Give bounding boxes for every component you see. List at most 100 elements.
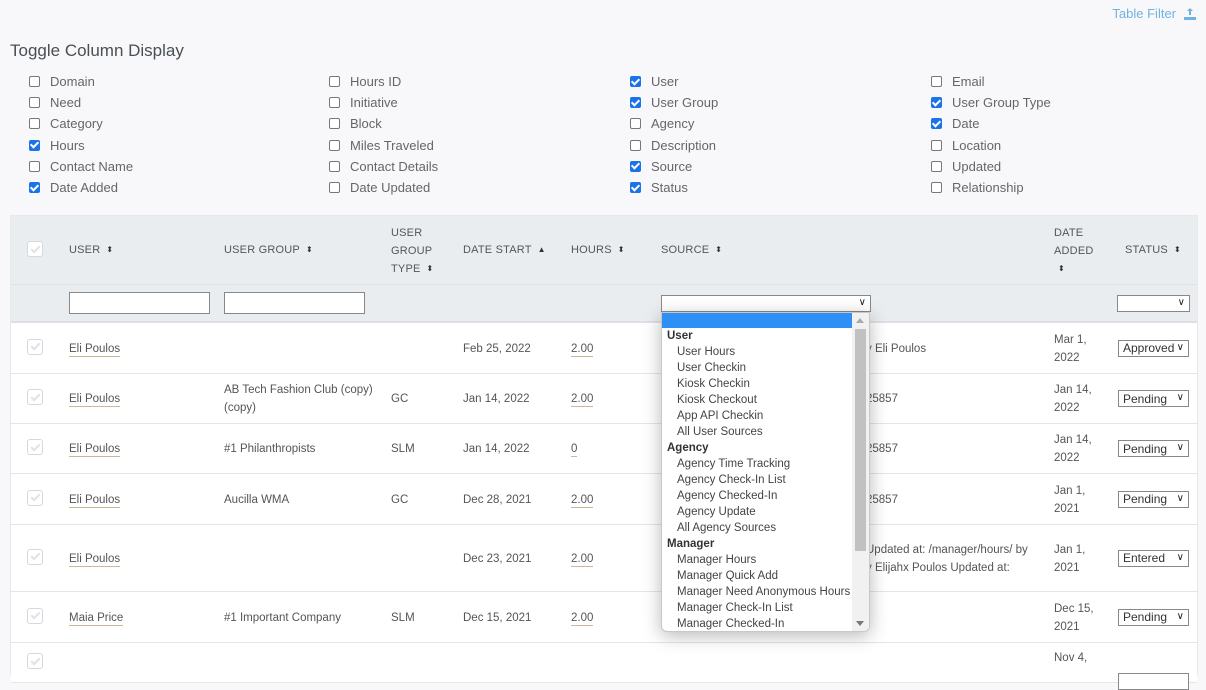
toggle-source[interactable]: Source — [630, 156, 718, 177]
scroll-down-arrow-icon[interactable] — [856, 621, 864, 626]
dropdown-option[interactable]: Agency Update — [662, 504, 869, 520]
toggle-contact-name[interactable]: Contact Name — [29, 156, 133, 177]
checkbox[interactable] — [630, 182, 641, 194]
column-header-date-added[interactable]: DATE ADDED ⬍ — [1054, 224, 1094, 278]
checkbox[interactable] — [931, 139, 942, 151]
scroll-up-arrow-icon[interactable] — [856, 318, 864, 323]
toggle-block[interactable]: Block — [329, 113, 438, 134]
dropdown-option[interactable]: Manager Check-In List — [662, 600, 869, 616]
dropdown-option[interactable]: Manager Hours — [662, 552, 869, 568]
checkbox[interactable] — [329, 76, 340, 88]
toggle-domain[interactable]: Domain — [29, 71, 133, 92]
toggle-date[interactable]: Date — [931, 113, 1051, 134]
toggle-category[interactable]: Category — [29, 113, 133, 134]
table-filter-button[interactable]: Table Filter — [1112, 6, 1196, 21]
checkbox[interactable] — [329, 139, 340, 151]
dropdown-option[interactable]: User Hours — [662, 344, 869, 360]
checkbox[interactable] — [931, 182, 942, 194]
dropdown-scrollbar[interactable] — [852, 313, 869, 631]
user-link[interactable]: Eli Poulos — [69, 443, 121, 457]
toggle-description[interactable]: Description — [630, 135, 718, 156]
checkbox[interactable] — [630, 139, 641, 151]
row-checkbox[interactable] — [27, 439, 43, 455]
toggle-updated[interactable]: Updated — [931, 156, 1051, 177]
row-checkbox[interactable] — [27, 653, 43, 669]
toggle-location[interactable]: Location — [931, 135, 1051, 156]
toggle-date-updated[interactable]: Date Updated — [329, 177, 438, 198]
column-header-date-start[interactable]: DATE START ▲ — [463, 241, 546, 259]
source-filter-select[interactable]: ∨ — [661, 295, 871, 312]
hours-link[interactable]: 2.00 — [571, 552, 594, 567]
status-select[interactable]: Pending ∨ — [1118, 608, 1189, 626]
checkbox[interactable] — [630, 97, 641, 109]
user-link[interactable]: Eli Poulos — [69, 493, 121, 508]
row-checkbox[interactable] — [27, 548, 43, 565]
checkbox[interactable] — [29, 182, 40, 194]
select-all-checkbox[interactable] — [27, 241, 43, 257]
checkbox[interactable] — [329, 118, 340, 130]
row-checkbox[interactable] — [27, 607, 43, 624]
toggle-contact-details[interactable]: Contact Details — [329, 156, 438, 177]
toggle-date-added[interactable]: Date Added — [29, 177, 133, 198]
scrollbar-thumb[interactable] — [855, 329, 866, 551]
hours-link[interactable]: 2.00 — [571, 493, 594, 508]
dropdown-option[interactable]: Agency Checked-In — [662, 488, 869, 504]
hours-link[interactable]: 2.00 — [571, 611, 594, 626]
column-header-hours[interactable]: HOURS ⬍ — [571, 241, 625, 259]
dropdown-option[interactable]: Manager Quick Add — [662, 568, 869, 584]
hours-link[interactable]: 2.00 — [571, 393, 594, 407]
checkbox[interactable] — [630, 76, 641, 88]
status-select[interactable]: Entered ∨ — [1118, 549, 1189, 567]
dropdown-option[interactable]: Kiosk Checkout — [662, 392, 869, 408]
dropdown-option[interactable]: Manager Checked-In — [662, 616, 869, 631]
status-select[interactable]: Pending ∨ — [1118, 490, 1189, 508]
dropdown-option-empty-selected[interactable] — [662, 313, 853, 328]
dropdown-option[interactable]: All User Sources — [662, 424, 869, 440]
toggle-initiative[interactable]: Initiative — [329, 92, 438, 113]
status-select[interactable]: Approved ∨ — [1118, 339, 1189, 357]
toggle-relationship[interactable]: Relationship — [931, 177, 1051, 198]
dropdown-option[interactable]: Kiosk Checkin — [662, 376, 869, 392]
checkbox[interactable] — [29, 76, 40, 88]
row-checkbox[interactable] — [27, 389, 43, 405]
checkbox[interactable] — [329, 160, 340, 172]
dropdown-option[interactable]: Manager Need Anonymous Hours — [662, 584, 869, 600]
checkbox[interactable] — [29, 97, 40, 109]
dropdown-option[interactable]: User Checkin — [662, 360, 869, 376]
toggle-status[interactable]: Status — [630, 177, 718, 198]
checkbox[interactable] — [630, 160, 641, 172]
hours-link[interactable]: 2.00 — [571, 342, 594, 357]
checkbox[interactable] — [931, 97, 942, 109]
status-select[interactable] — [1118, 673, 1189, 690]
toggle-user-group-type[interactable]: User Group Type — [931, 92, 1051, 113]
checkbox[interactable] — [29, 160, 40, 172]
row-checkbox[interactable] — [27, 338, 43, 355]
checkbox[interactable] — [931, 160, 942, 172]
column-header-user-group-type[interactable]: USER GROUP TYPE ⬍ — [391, 224, 433, 278]
row-checkbox[interactable] — [27, 489, 43, 506]
status-select[interactable]: Pending ∨ — [1118, 390, 1189, 407]
toggle-need[interactable]: Need — [29, 92, 133, 113]
status-select[interactable]: Pending ∨ — [1118, 440, 1189, 457]
checkbox[interactable] — [931, 76, 942, 88]
toggle-miles-traveled[interactable]: Miles Traveled — [329, 135, 438, 156]
toggle-user-group[interactable]: User Group — [630, 92, 718, 113]
checkbox[interactable] — [630, 118, 641, 130]
status-filter-select[interactable]: ∨ — [1117, 295, 1190, 312]
toggle-email[interactable]: Email — [931, 71, 1051, 92]
user-link[interactable]: Maia Price — [69, 611, 124, 626]
source-dropdown-list[interactable]: User User Hours User Checkin Kiosk Checkin K… — [661, 312, 870, 632]
user-link[interactable]: Eli Poulos — [69, 393, 121, 407]
column-header-status[interactable]: STATUS ⬍ — [1125, 241, 1181, 259]
column-header-user[interactable]: USER ⬍ — [69, 241, 113, 259]
dropdown-option[interactable]: Agency Check-In List — [662, 472, 869, 488]
user-filter-input[interactable] — [69, 292, 210, 314]
toggle-user[interactable]: User — [630, 71, 718, 92]
checkbox[interactable] — [329, 182, 340, 194]
user-group-filter-input[interactable] — [224, 292, 365, 314]
dropdown-option[interactable]: Agency Time Tracking — [662, 456, 869, 472]
user-link[interactable]: Eli Poulos — [69, 552, 121, 567]
toggle-agency[interactable]: Agency — [630, 113, 718, 134]
dropdown-option[interactable]: All Agency Sources — [662, 520, 869, 536]
checkbox[interactable] — [329, 97, 340, 109]
